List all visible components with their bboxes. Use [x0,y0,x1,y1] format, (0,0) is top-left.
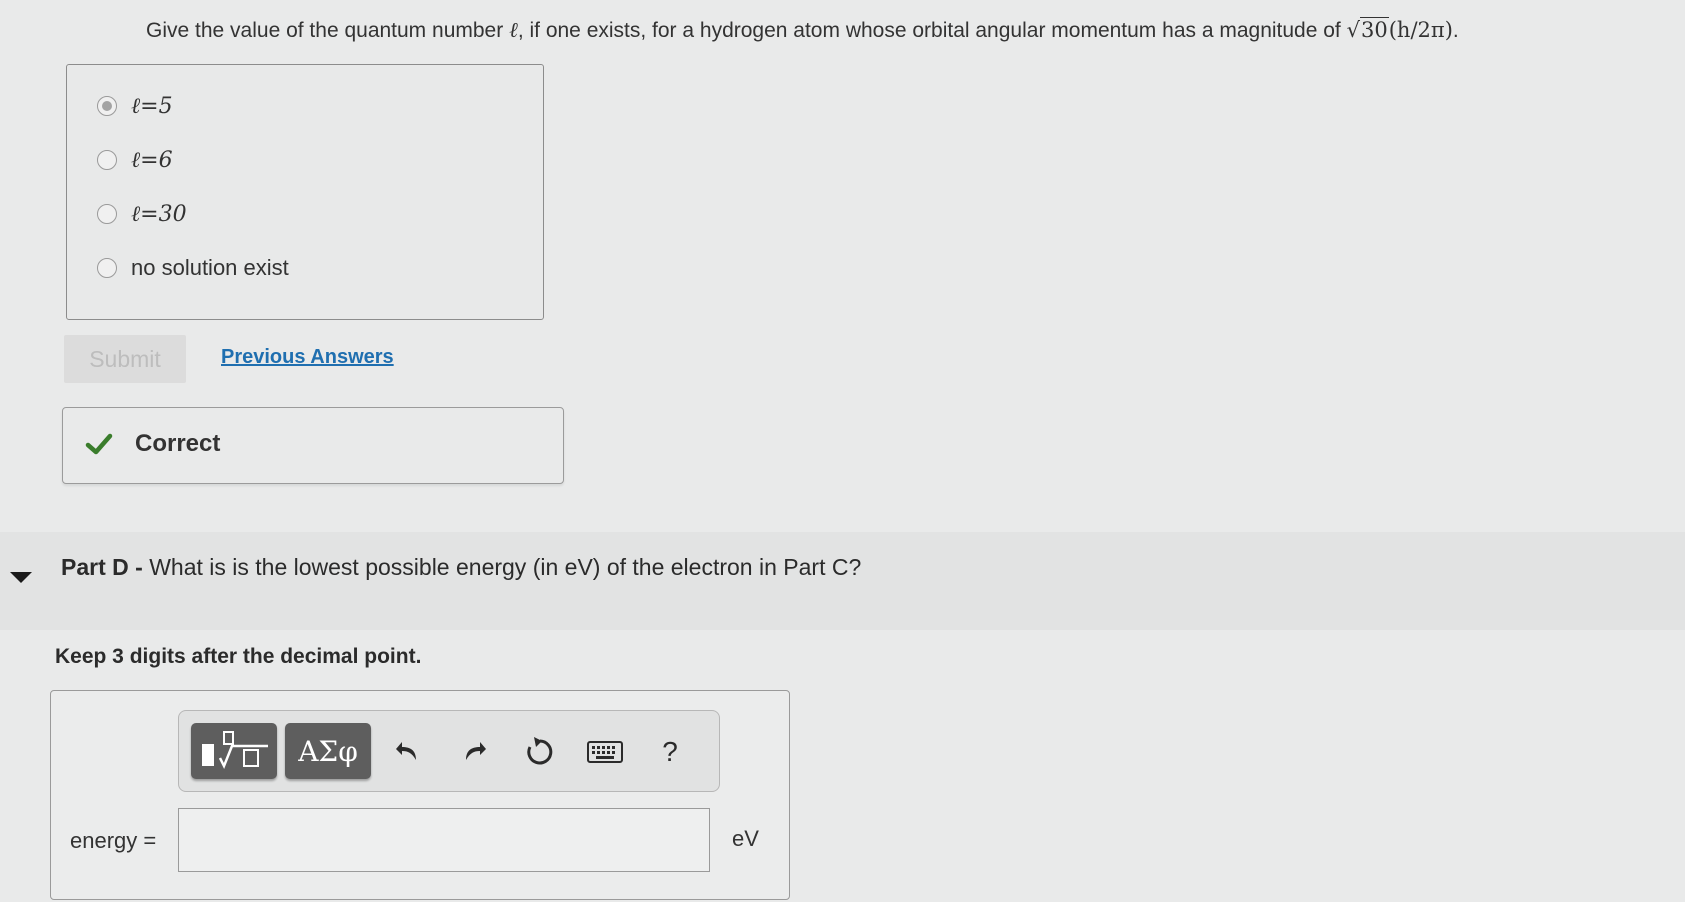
ell-symbol: ℓ [509,18,518,42]
choice-label: ℓ=5 [131,94,173,119]
question-text: Give the value of the quantum number ℓ, … [146,17,1459,43]
choice-ell-30[interactable]: ℓ=30 [97,201,187,227]
templates-icon [202,731,268,770]
radio-button[interactable] [97,150,117,170]
previous-answers-link[interactable]: Previous Answers [221,346,394,369]
sqrt-value: 30 [1360,17,1389,42]
part-d-label: Part D - [61,554,143,580]
radio-button[interactable] [97,204,117,224]
radio-button[interactable] [97,258,117,278]
feedback-label: Correct [135,430,221,457]
choice-label: ℓ=30 [131,202,187,227]
energy-label: energy = [70,828,157,853]
choice-label: ℓ=6 [131,148,173,173]
choice-ell-5[interactable]: ℓ=5 [97,93,173,119]
submit-button[interactable]: Submit [64,335,186,383]
checkmark-icon [85,433,113,455]
question-end: . [1452,19,1459,42]
h-expression: (h/2π) [1388,18,1453,42]
math-toolbar: ΑΣφ ? [178,710,720,792]
question-body: , if one exists, for a hydrogen atom who… [517,19,1341,42]
help-button[interactable]: ? [653,735,687,769]
reset-icon[interactable] [523,735,557,769]
unit-label: eV [732,826,759,851]
energy-input[interactable] [178,808,710,872]
collapse-triangle-icon[interactable] [10,572,32,583]
choice-ell-6[interactable]: ℓ=6 [97,147,173,173]
feedback-box: Correct [62,407,564,484]
radio-button-selected[interactable] [97,96,117,116]
greek-symbols-button[interactable]: ΑΣφ [285,723,371,779]
templates-button[interactable] [191,723,277,779]
redo-icon[interactable] [457,735,491,769]
instruction-text: Keep 3 digits after the decimal point. [55,645,422,668]
choice-label: no solution exist [131,255,289,280]
part-d-header[interactable]: Part D - What is is the lowest possible … [0,532,1685,630]
question-prefix: Give the value of the quantum number [146,19,504,42]
undo-icon[interactable] [391,735,425,769]
choice-no-solution[interactable]: no solution exist [97,255,289,281]
keyboard-icon[interactable] [585,735,625,769]
choices-box: ℓ=5 ℓ=6 ℓ=30 no solution exist [66,64,544,320]
sqrt-expression: √30 [1346,17,1389,42]
part-d-question: What is is the lowest possible energy (i… [149,554,862,580]
